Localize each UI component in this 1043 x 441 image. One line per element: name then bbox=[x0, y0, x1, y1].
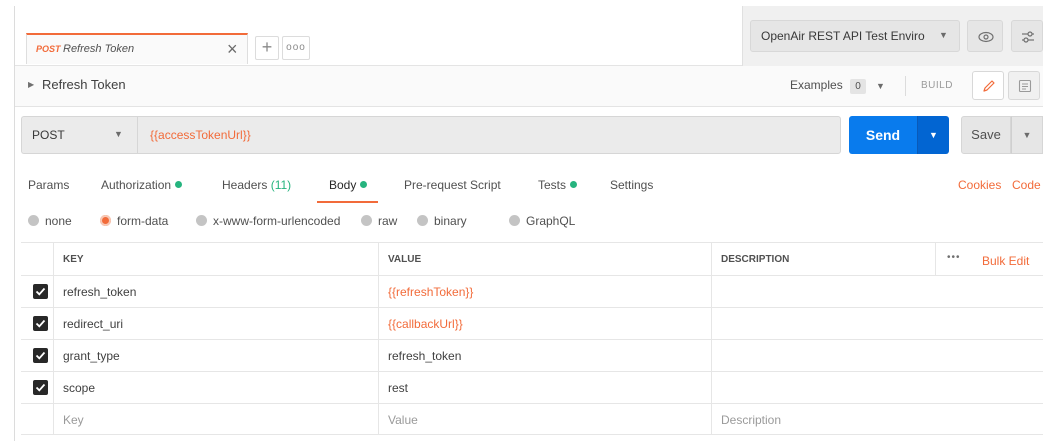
build-mode-label[interactable]: BUILD bbox=[921, 80, 953, 91]
radio-icon bbox=[509, 215, 520, 226]
manage-environments-button[interactable] bbox=[1011, 20, 1043, 52]
value-column-header: VALUE bbox=[378, 243, 711, 275]
key-input[interactable]: Key bbox=[53, 404, 378, 434]
key-cell[interactable]: scope bbox=[53, 372, 378, 403]
environment-quick-look-button[interactable] bbox=[967, 20, 1003, 52]
pencil-icon bbox=[983, 80, 995, 92]
send-options-button[interactable]: ▼ bbox=[917, 116, 949, 154]
environment-name: OpenAir REST API Test Enviro bbox=[761, 29, 925, 43]
method-label: POST bbox=[32, 128, 65, 142]
table-row: refresh_token {{refreshToken}} bbox=[21, 275, 1043, 307]
request-name[interactable]: Refresh Token bbox=[42, 77, 126, 92]
table-row: redirect_uri {{callbackUrl}} bbox=[21, 307, 1043, 339]
document-icon bbox=[1018, 79, 1032, 93]
tab-headers[interactable]: Headers (11) bbox=[222, 178, 291, 192]
key-cell[interactable]: grant_type bbox=[53, 340, 378, 371]
tab-title: Refresh Token bbox=[63, 43, 135, 55]
body-type-urlencoded[interactable]: x-www-form-urlencoded bbox=[196, 214, 340, 228]
checkmark-icon bbox=[35, 351, 46, 360]
radio-icon bbox=[417, 215, 428, 226]
new-row: Key Value Description bbox=[21, 403, 1043, 435]
body-type-graphql[interactable]: GraphQL bbox=[509, 214, 575, 228]
description-cell[interactable] bbox=[711, 340, 1043, 371]
tab-settings[interactable]: Settings bbox=[610, 178, 653, 192]
name-bar-divider bbox=[15, 106, 1043, 107]
send-button[interactable]: Send bbox=[849, 116, 917, 154]
description-input[interactable]: Description bbox=[711, 404, 1043, 434]
radio-icon bbox=[361, 215, 372, 226]
save-button[interactable]: Save bbox=[961, 116, 1011, 154]
bulk-edit-link[interactable]: Bulk Edit bbox=[982, 254, 1029, 268]
checkbox-checked-icon[interactable] bbox=[33, 284, 48, 299]
value-cell[interactable]: {{refreshToken}} bbox=[378, 276, 711, 307]
table-row: scope rest bbox=[21, 371, 1043, 403]
tab-pre-request-script[interactable]: Pre-request Script bbox=[404, 178, 501, 192]
body-type-binary[interactable]: binary bbox=[417, 214, 467, 228]
checkmark-icon bbox=[35, 383, 46, 392]
method-select[interactable]: POST ▼ bbox=[21, 116, 137, 154]
checkbox-column-header bbox=[21, 243, 53, 275]
table-header-row: KEY VALUE DESCRIPTION ••• Bulk Edit bbox=[21, 242, 1043, 275]
checkbox-checked-icon[interactable] bbox=[33, 316, 48, 331]
more-options-icon[interactable]: ••• bbox=[947, 252, 961, 263]
tab-method-label: POST bbox=[36, 44, 61, 54]
examples-count-badge: 0 bbox=[850, 79, 866, 94]
checkbox-checked-icon[interactable] bbox=[33, 380, 48, 395]
headers-count: (11) bbox=[270, 178, 292, 192]
divider bbox=[905, 76, 906, 96]
tab-authorization[interactable]: Authorization bbox=[101, 178, 183, 192]
radio-selected-icon bbox=[100, 215, 111, 226]
description-cell[interactable] bbox=[711, 372, 1043, 403]
table-actions: ••• Bulk Edit bbox=[935, 243, 1043, 275]
request-tab[interactable]: POST Refresh Token × bbox=[26, 33, 248, 64]
eye-icon bbox=[978, 31, 994, 43]
checkmark-icon bbox=[35, 287, 46, 296]
chevron-down-icon: ▼ bbox=[114, 129, 123, 139]
description-cell[interactable] bbox=[711, 308, 1043, 339]
status-dot bbox=[570, 181, 578, 188]
status-dot bbox=[360, 181, 368, 188]
key-cell[interactable]: refresh_token bbox=[53, 276, 378, 307]
environment-select[interactable]: OpenAir REST API Test Enviro ▼ bbox=[750, 20, 960, 52]
key-column-header: KEY bbox=[53, 243, 378, 275]
key-cell[interactable]: redirect_uri bbox=[53, 308, 378, 339]
value-input[interactable]: Value bbox=[378, 404, 711, 434]
form-data-table: KEY VALUE DESCRIPTION ••• Bulk Edit refr… bbox=[21, 242, 1043, 435]
save-options-button[interactable]: ▼ bbox=[1011, 116, 1043, 154]
documentation-button[interactable] bbox=[1008, 71, 1040, 100]
url-input[interactable]: {{accessTokenUrl}} bbox=[137, 116, 841, 154]
value-cell[interactable]: {{callbackUrl}} bbox=[378, 308, 711, 339]
examples-button[interactable]: Examples bbox=[790, 78, 843, 92]
tab-tests[interactable]: Tests bbox=[538, 178, 578, 192]
cookies-link[interactable]: Cookies bbox=[958, 178, 1001, 192]
value-cell[interactable]: rest bbox=[378, 372, 711, 403]
body-type-form-data[interactable]: form-data bbox=[100, 214, 168, 228]
description-column-header: DESCRIPTION bbox=[711, 243, 935, 275]
description-cell[interactable] bbox=[711, 276, 1043, 307]
sliders-icon bbox=[1022, 31, 1034, 43]
edit-button[interactable] bbox=[972, 71, 1004, 100]
close-icon[interactable]: × bbox=[227, 38, 238, 60]
active-tab-indicator bbox=[317, 201, 378, 203]
radio-icon bbox=[28, 215, 39, 226]
value-cell[interactable]: refresh_token bbox=[378, 340, 711, 371]
body-type-none[interactable]: none bbox=[28, 214, 72, 228]
chevron-down-icon[interactable]: ▼ bbox=[876, 81, 885, 91]
checkbox-checked-icon[interactable] bbox=[33, 348, 48, 363]
caret-right-icon[interactable]: ▶ bbox=[28, 80, 34, 89]
tab-body[interactable]: Body bbox=[329, 178, 368, 192]
url-value: {{accessTokenUrl}} bbox=[150, 128, 251, 142]
request-name-bar bbox=[15, 66, 1043, 106]
more-tabs-icon[interactable]: ooo bbox=[282, 36, 310, 60]
table-row: grant_type refresh_token bbox=[21, 339, 1043, 371]
checkmark-icon bbox=[35, 319, 46, 328]
radio-icon bbox=[196, 215, 207, 226]
plus-icon[interactable]: + bbox=[255, 36, 279, 60]
status-dot bbox=[175, 181, 183, 188]
body-type-raw[interactable]: raw bbox=[361, 214, 397, 228]
tab-params[interactable]: Params bbox=[28, 178, 69, 192]
chevron-down-icon: ▼ bbox=[939, 30, 948, 40]
code-link[interactable]: Code bbox=[1012, 178, 1041, 192]
